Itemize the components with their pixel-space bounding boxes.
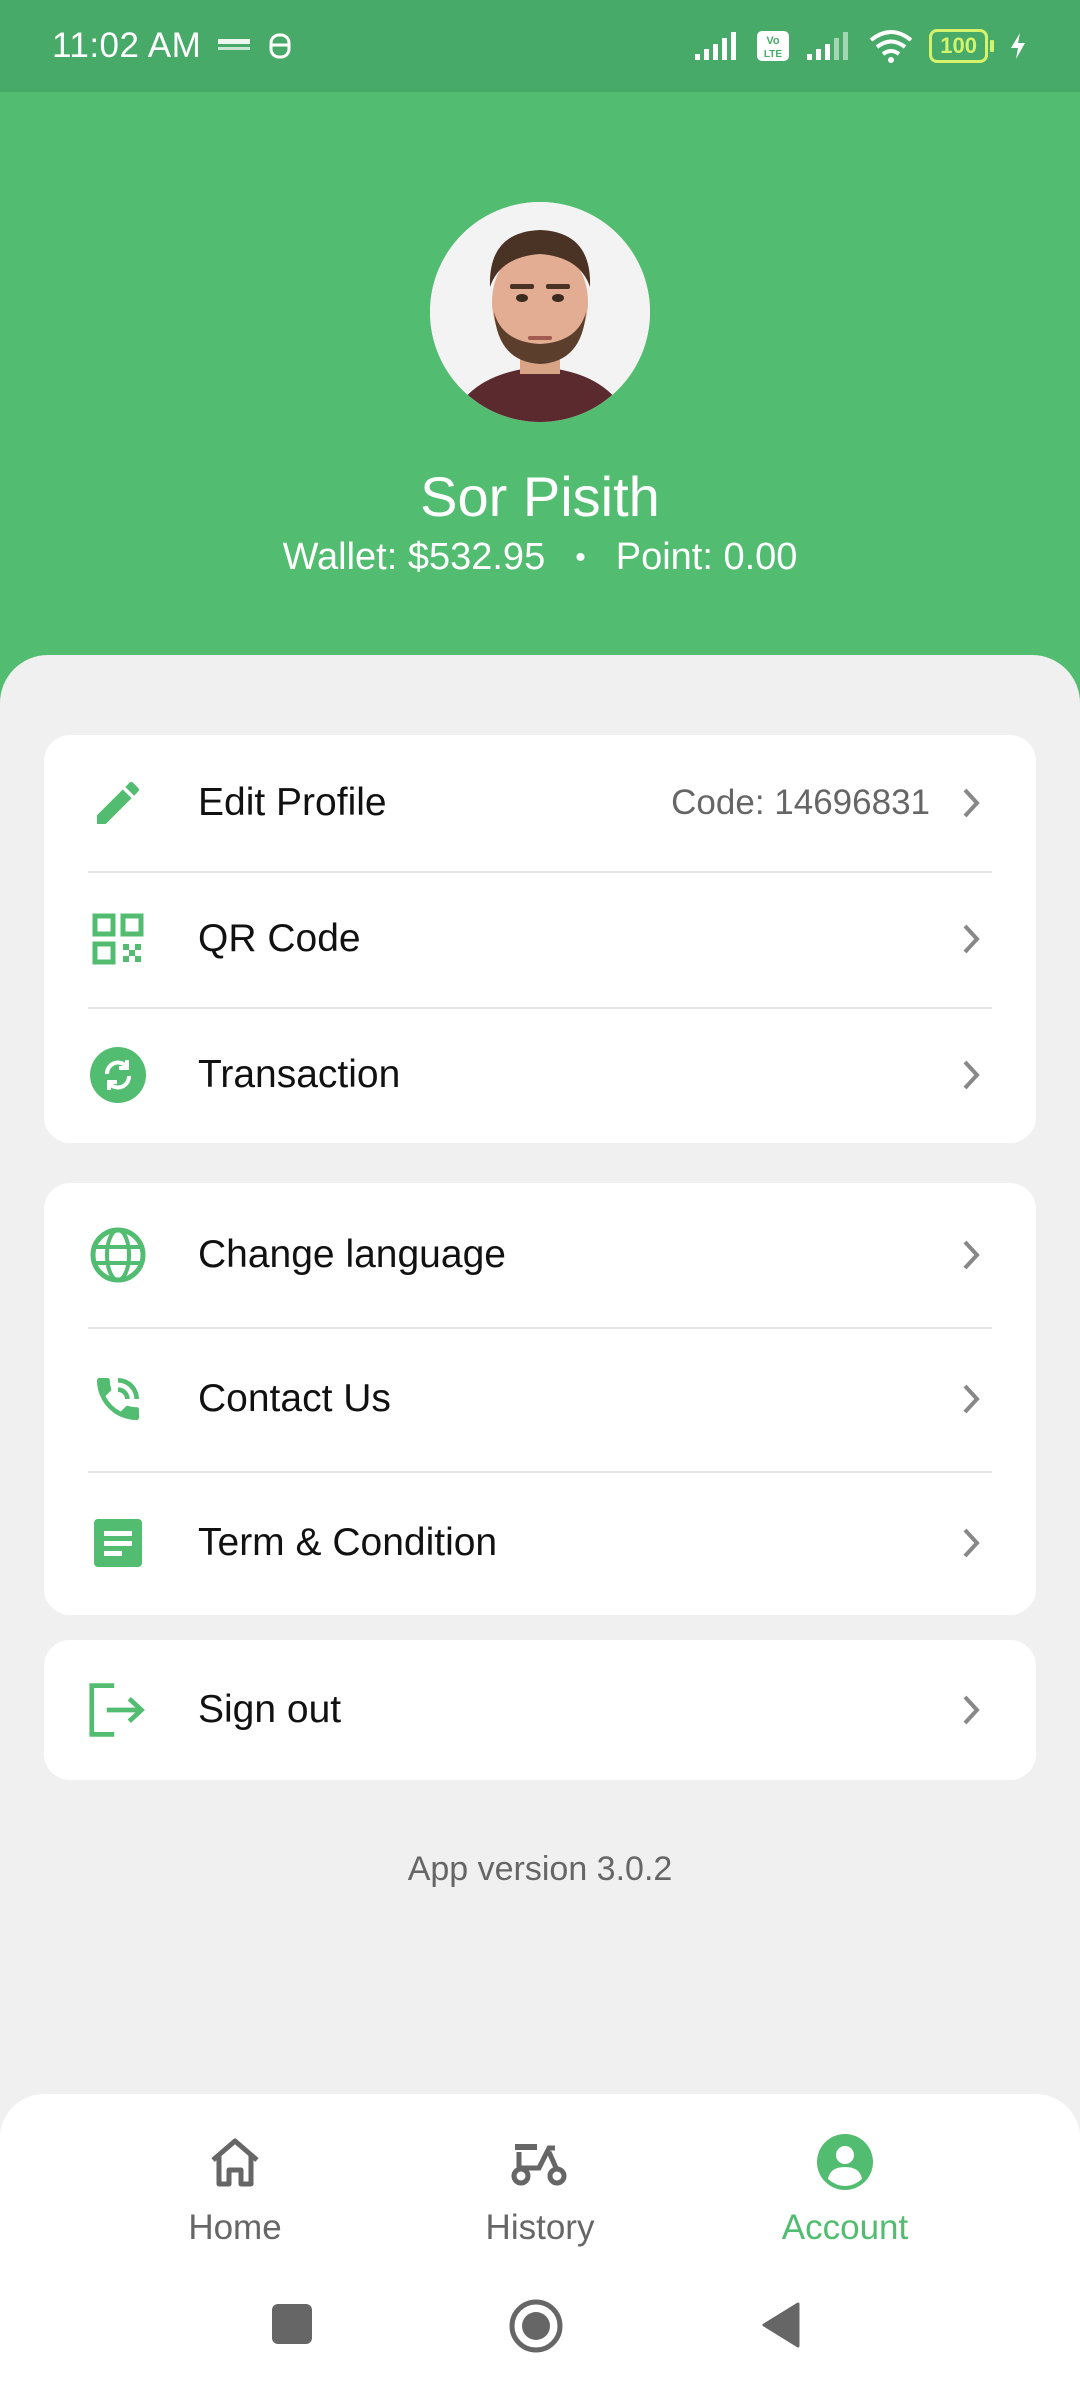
home-icon: [207, 2130, 263, 2194]
qr-code-row[interactable]: QR Code: [44, 871, 1036, 1007]
logout-icon: [88, 1680, 148, 1740]
battery-level: 100: [929, 29, 988, 63]
stats-separator: •: [575, 540, 586, 574]
sign-out-row[interactable]: Sign out: [44, 1640, 1036, 1780]
wifi-icon: [870, 30, 913, 63]
svg-text:Vo: Vo: [767, 35, 781, 47]
contact-us-row[interactable]: Contact Us: [44, 1327, 1036, 1471]
circle-icon: [509, 2299, 563, 2353]
account-icon: [816, 2130, 874, 2194]
chevron-right-icon: [952, 1690, 992, 1730]
signal-icon: [695, 32, 737, 60]
change-language-label: Change language: [198, 1233, 506, 1276]
contact-us-label: Contact Us: [198, 1377, 391, 1420]
phone-icon: [88, 1369, 148, 1429]
nav-home-label: Home: [188, 2208, 282, 2247]
status-left: 11:02 AM: [52, 26, 293, 66]
transaction-label: Transaction: [198, 1053, 401, 1096]
transaction-row[interactable]: Transaction: [44, 1007, 1036, 1143]
app-version: App version 3.0.2: [407, 1850, 673, 1888]
status-bar: 11:02 AM Vo LTE 100: [0, 0, 1080, 92]
settings-menu-card: Change language Contact Us Term & Condit…: [44, 1183, 1036, 1615]
profile-name: Sor Pisith: [420, 465, 660, 528]
document-icon: [88, 1513, 148, 1573]
profile-stats: Wallet: $532.95 • Point: 0.00: [0, 536, 1080, 579]
chevron-right-icon: [952, 919, 992, 959]
wallet-balance: Wallet: $532.95: [282, 536, 546, 578]
avatar[interactable]: [430, 202, 650, 422]
scooter-icon: [509, 2130, 571, 2194]
chevron-right-icon: [952, 1523, 992, 1563]
status-time: 11:02 AM: [52, 26, 202, 65]
square-icon: [272, 2304, 312, 2344]
charging-icon: [1011, 33, 1025, 59]
profile-header: Sor Pisith Wallet: $532.95 • Point: 0.00: [0, 92, 1080, 712]
system-navigation: [0, 2290, 1080, 2380]
status-right: Vo LTE 100: [693, 28, 1028, 64]
nav-history-label: History: [485, 2208, 595, 2247]
back-button[interactable]: [758, 2300, 802, 2355]
point-balance: Point: 0.00: [615, 536, 798, 578]
chevron-right-icon: [952, 1055, 992, 1095]
recents-button[interactable]: [270, 2302, 314, 2351]
pencil-icon: [88, 773, 148, 833]
globe-icon: [88, 1225, 148, 1285]
nav-account-label: Account: [781, 2208, 909, 2247]
chevron-right-icon: [952, 1235, 992, 1275]
carrier-icon: [218, 39, 251, 50]
home-system-button[interactable]: [508, 2298, 564, 2359]
nav-home[interactable]: Home: [105, 2130, 365, 2248]
svg-text:LTE: LTE: [764, 49, 782, 60]
chevron-right-icon: [952, 783, 992, 823]
sign-out-card: Sign out: [44, 1640, 1036, 1780]
avatar-image: [430, 202, 650, 422]
edit-profile-label: Edit Profile: [198, 781, 387, 824]
terms-label: Term & Condition: [198, 1521, 498, 1564]
account-menu-card: Edit Profile Code: 14696831 QR Code Tran…: [44, 735, 1036, 1143]
terms-row[interactable]: Term & Condition: [44, 1471, 1036, 1615]
sign-out-label: Sign out: [198, 1688, 342, 1731]
edit-profile-row[interactable]: Edit Profile Code: 14696831: [44, 735, 1036, 871]
volte-icon: Vo LTE: [757, 31, 790, 61]
signal-2-icon: [807, 32, 849, 60]
notification-icon: [269, 33, 291, 59]
nav-history[interactable]: History: [410, 2130, 670, 2248]
member-code: Code: 14696831: [671, 783, 930, 822]
chevron-right-icon: [952, 1379, 992, 1419]
battery-icon: 100: [929, 29, 994, 63]
nav-account[interactable]: Account: [715, 2130, 975, 2248]
change-language-row[interactable]: Change language: [44, 1183, 1036, 1327]
transaction-icon: [88, 1045, 148, 1105]
triangle-back-icon: [762, 2302, 800, 2348]
qr-code-icon: [88, 909, 148, 969]
qr-code-label: QR Code: [198, 917, 361, 960]
